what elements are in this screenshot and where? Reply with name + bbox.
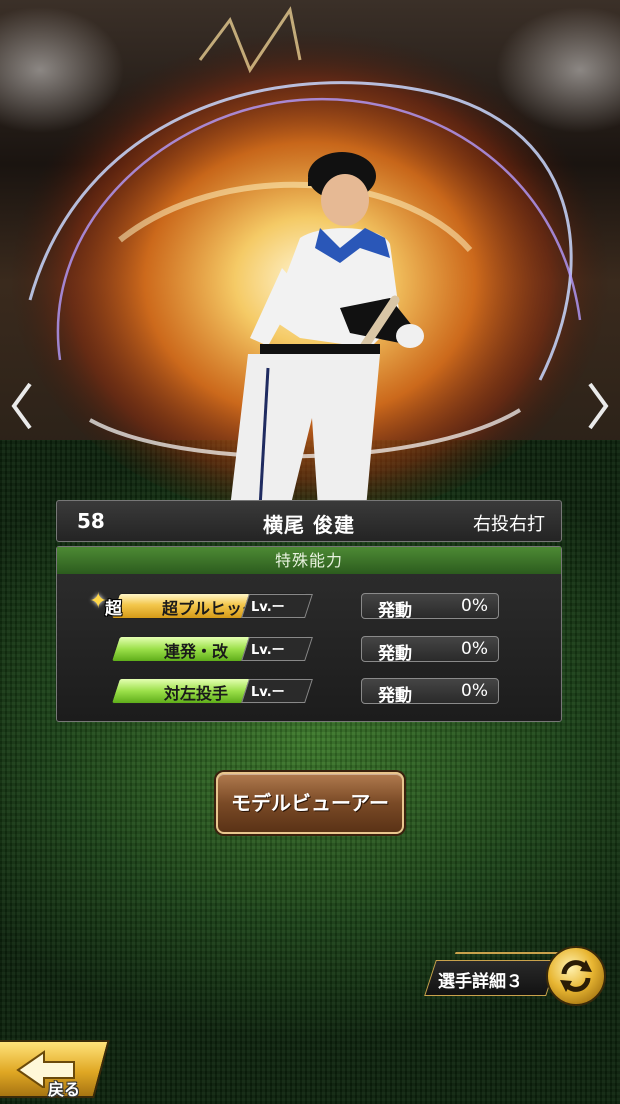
ability-row[interactable]: 連発・改 Lv.ー <box>93 636 343 662</box>
prev-player-arrow[interactable] <box>6 378 36 434</box>
ability-level: Lv.ー <box>251 685 285 700</box>
activation-rate: 0% <box>461 639 488 659</box>
activation-status: 発動 0% <box>361 678 499 706</box>
model-viewer-button[interactable]: モデルビューアー <box>216 772 404 834</box>
activation-rate: 0% <box>461 596 488 616</box>
batting-throwing-hand: 右投右打 <box>473 514 545 535</box>
ability-row[interactable]: 対左投手 Lv.ー <box>93 678 343 704</box>
status-label: 発動 <box>378 601 412 621</box>
activation-rate: 0% <box>461 681 488 701</box>
ability-row[interactable]: 超プルヒッター Lv.ー ✦ 超 <box>89 589 343 619</box>
chevron-left-icon <box>11 382 32 430</box>
ability-level: Lv.ー <box>251 600 285 615</box>
player-detail-label: 選手詳細３ <box>438 972 523 992</box>
activation-status: 発動 0% <box>361 593 499 621</box>
status-label: 発動 <box>378 644 412 664</box>
back-label: 戻る <box>48 1080 81 1099</box>
chevron-right-icon <box>588 382 609 430</box>
status-label: 発動 <box>378 686 412 706</box>
ability-level: Lv.ー <box>251 643 285 658</box>
panel-title: 特殊能力 <box>57 547 561 574</box>
next-player-arrow[interactable] <box>584 378 614 434</box>
player-detail-button[interactable]: 選手詳細３ <box>424 952 576 996</box>
super-badge: 超 <box>105 599 122 619</box>
back-button[interactable]: 戻る <box>0 1040 110 1100</box>
player-info-bar: 58 横尾 俊建 右投右打 <box>56 500 562 542</box>
cycle-button[interactable] <box>546 946 606 1006</box>
cycle-arrows-icon <box>560 960 592 992</box>
player-figure <box>230 152 424 508</box>
activation-status: 発動 0% <box>361 636 499 664</box>
special-abilities-panel: 特殊能力 超プルヒッター Lv.ー ✦ 超 発動 0% 連発・改 Lv.ー 発動… <box>56 546 562 722</box>
